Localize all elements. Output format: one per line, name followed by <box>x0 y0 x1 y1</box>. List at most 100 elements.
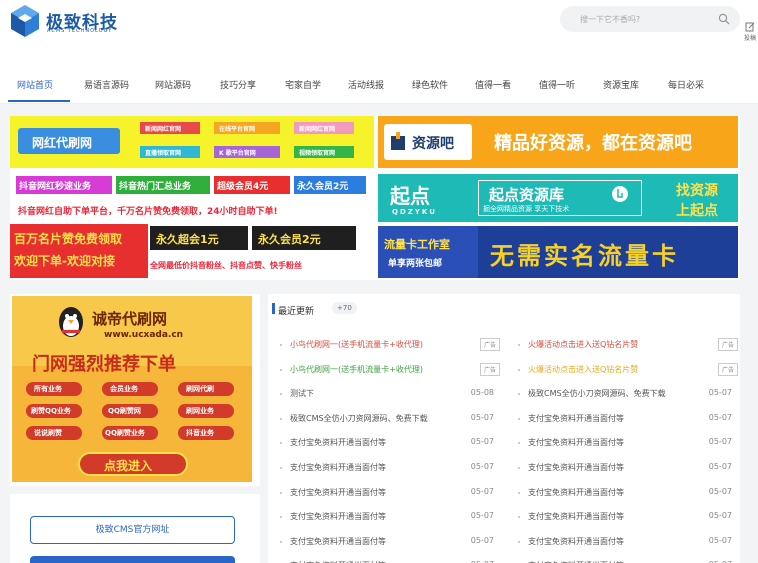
post-title[interactable]: 支付宝免资料开通当面付等 <box>528 487 624 498</box>
qidian-logo-sub: QDZYKU <box>392 208 437 216</box>
post-date: 05-07 <box>470 437 494 447</box>
post-list-item[interactable]: 支付宝免资料开通当面付等05-07 <box>280 559 500 563</box>
nav-item-worth-listening[interactable]: 值得一听 <box>539 78 575 91</box>
post-list-item[interactable]: 支付宝免资料开通当面付等 05-07 <box>280 510 500 524</box>
post-list-item[interactable]: 小鸟代刷网一(送手机流量卡+收代理) 广告 <box>280 338 500 352</box>
post-list-item[interactable]: 支付宝免资料开通当面付等 05-07 <box>280 461 500 475</box>
post-title[interactable]: 支付宝免资料开通当面付等 <box>528 462 624 473</box>
banner-area: 网红代刷网 新闻网红官网 在线平台官网 新闻网红官网 直播领取官网 K 歌平台官… <box>10 116 740 280</box>
chengdi-brand: 诚帝代刷网 <box>92 310 168 328</box>
post-date: 05-07 <box>708 511 732 521</box>
qidian-center-sub: 掘全网精品资源 享天下技术 <box>483 205 570 213</box>
post-title[interactable]: 极致CMS全仿小刀资网源码、免费下载 <box>528 388 666 399</box>
super-vip-text: 永久超会1元 <box>156 233 219 246</box>
chengdi-ad-banner[interactable]: 诚帝代刷网 www.ucxada.cn 门网强烈推荐下单 所有业务 会员业务 刷… <box>12 296 252 482</box>
qidian-right-line2: 上起点 <box>676 203 718 219</box>
nav-item-activities[interactable]: 活动线报 <box>348 78 384 91</box>
post-list-item[interactable]: 火爆活动点击进入送Q钻名片赞 广告 <box>518 362 738 377</box>
site-logo[interactable]: 极致科技 ACMS TECHNOLOGY <box>10 4 140 40</box>
chengdi-option-label: 说说刷赞 <box>34 429 62 437</box>
post-list-item[interactable]: 支付宝免资料开通当面付等05-07 <box>518 436 738 450</box>
liuliang-left-sub: 单享两张包邮 <box>388 259 443 269</box>
post-title[interactable]: 小鸟代刷网一(送手机流量卡+收代理) <box>290 339 423 350</box>
post-title[interactable]: 支付宝免资料开通当面付等 <box>290 511 386 522</box>
post-title[interactable]: 支付宝免资料开通当面付等 <box>528 413 624 424</box>
nav-item-home[interactable]: 网站首页 <box>17 78 53 91</box>
promo-label: 超级会员4元 <box>217 182 269 192</box>
post-date: 05-07 <box>470 511 494 521</box>
post-title[interactable]: 支付宝免资料开通当面付等 <box>528 536 624 547</box>
bullet-dot <box>518 417 520 420</box>
bullet-dot <box>280 540 282 543</box>
cms-official-link[interactable]: 极致CMS官方网址 <box>30 516 235 544</box>
post-list-item[interactable]: 极致CMS全仿小刀资网源码、免费下载 05-07 <box>280 412 500 426</box>
post-title[interactable]: 支付宝免资料开通当面付等 <box>528 437 624 448</box>
tag-box: 视频领取官网 <box>294 146 354 158</box>
tag-label: 新闻网红官网 <box>299 126 336 133</box>
tag-box: 在线平台官网 <box>214 122 280 134</box>
post-date: 05-07 <box>470 462 494 471</box>
post-title[interactable]: 测试下 <box>290 388 314 399</box>
search-box <box>560 6 740 32</box>
nav-item-site-source[interactable]: 网站源码 <box>155 78 191 91</box>
nav-item-tips[interactable]: 技巧分享 <box>220 78 256 91</box>
post-list-item[interactable]: 测试下 05-08 <box>280 387 500 401</box>
chengdi-option: 抖音业务 <box>178 426 234 440</box>
search-input[interactable] <box>580 12 710 26</box>
post-list-item[interactable]: 支付宝免资料开通当面付等05-07 <box>280 486 500 500</box>
ziyuanba-banner[interactable]: 资源吧 精品好资源，都在资源吧 <box>378 116 738 168</box>
wanghong-banner[interactable]: 网红代刷网 新闻网红官网 在线平台官网 新闻网红官网 直播领取官网 K 歌平台官… <box>10 116 374 168</box>
side-link-button[interactable] <box>30 556 235 563</box>
bullet-dot <box>518 368 520 371</box>
chengdi-option-label: 会员业务 <box>110 385 138 393</box>
post-title[interactable]: 火爆活动点击进入送Q钻名片赞 <box>528 364 638 375</box>
nav-item-self-study[interactable]: 宅家自学 <box>285 78 321 91</box>
post-date: 05-07 <box>470 535 494 545</box>
post-date: 05-08 <box>470 388 494 398</box>
search-icon[interactable] <box>718 13 730 25</box>
qidian-center-title: 起点资源库 <box>489 186 565 204</box>
post-list-item[interactable]: 支付宝免资料开通当面付等 05-07 <box>280 535 500 549</box>
liuliang-banner[interactable]: 流量卡工作室 单享两张包邮 无需实名流量卡 <box>378 226 738 278</box>
post-title[interactable]: 支付宝免资料开通当面付等 <box>290 536 386 547</box>
mingpian-banner[interactable]: 百万名片赞免费领取 欢迎下单-欢迎对接 永久超会1元 永久会员2元 全网最低价抖… <box>10 224 374 278</box>
post-list-item[interactable]: 支付宝免资料开通当面付等05-07 <box>518 461 738 475</box>
douyin-line-banner[interactable]: 抖音网红自助下单平台，千万名片赞免费领取，24小时自助下单! <box>10 202 374 220</box>
nav-item-e-source[interactable]: 易语言源码 <box>84 78 129 91</box>
super-vip-box: 永久超会1元 <box>150 226 248 250</box>
post-list-item[interactable]: 支付宝免资料开通当面付等 05-07 <box>518 510 738 524</box>
post-title[interactable]: 火爆活动点击进入送Q钻名片赞 <box>528 339 638 350</box>
post-list-item[interactable]: 支付宝免资料开通当面付等05-07 <box>518 559 738 563</box>
qidian-banner[interactable]: 起点 QDZYKU 起点资源库 掘全网精品资源 享天下技术 找资源 上起点 <box>378 174 738 222</box>
bullet-dot <box>280 467 282 469</box>
chengdi-option-label: 所有业务 <box>34 385 62 393</box>
post-list-item[interactable]: 支付宝免资料开通当面付等 05-07 <box>280 436 500 450</box>
chengdi-option: 说说刷赞 <box>26 426 82 440</box>
post-list-item[interactable]: 火爆活动点击进入送Q钻名片赞 广告 <box>518 338 738 352</box>
tag-box: 新闻网红官网 <box>140 122 200 134</box>
post-list-item[interactable]: 小鸟代刷网一(送手机流量卡+收代理) 广告 <box>280 362 500 377</box>
nav-item-resources[interactable]: 资源宝库 <box>603 78 639 91</box>
post-button[interactable]: 投稿 <box>742 22 758 46</box>
liuliang-left: 流量卡工作室 单享两张包邮 <box>378 226 478 278</box>
nav-item-green-software[interactable]: 绿色软件 <box>412 78 448 91</box>
post-title[interactable]: 支付宝免资料开通当面付等 <box>528 511 624 522</box>
ad-badge: 广告 <box>717 338 738 351</box>
post-list-item[interactable]: 极致CMS全仿小刀资网源码、免费下载 05-07 <box>518 387 738 401</box>
douyin-banner[interactable]: 抖音网红秒速业务 抖音热门汇总业务 超级会员4元 永久会员2元 <box>10 174 374 200</box>
post-title[interactable]: 支付宝免资料开通当面付等 <box>290 487 386 498</box>
post-title[interactable]: 支付宝免资料开通当面付等 <box>290 437 386 448</box>
post-title[interactable]: 极致CMS全仿小刀资网源码、免费下载 <box>290 413 428 424</box>
post-list-item[interactable]: 支付宝免资料开通当面付等05-07 <box>518 486 738 500</box>
post-list-item[interactable]: 支付宝免资料开通当面付等05-07 <box>518 535 738 549</box>
tag-label: K 歌平台官网 <box>219 150 256 157</box>
post-title[interactable]: 小鸟代刷网一(送手机流量卡+收代理) <box>290 364 423 375</box>
nav-item-daily[interactable]: 每日必采 <box>668 78 704 91</box>
promo-box: 抖音热门汇总业务 <box>116 176 210 194</box>
post-title[interactable]: 支付宝免资料开通当面付等 <box>290 462 386 473</box>
chengdi-cta-button[interactable]: 点我进入 <box>78 452 188 476</box>
promo-label: 永久会员2元 <box>297 182 349 192</box>
nav-item-worth-watching[interactable]: 值得一看 <box>475 78 511 91</box>
chengdi-option-label: 刷赞QQ业务 <box>31 407 71 415</box>
post-list-item[interactable]: 支付宝免资料开通当面付等05-07 <box>518 412 738 426</box>
